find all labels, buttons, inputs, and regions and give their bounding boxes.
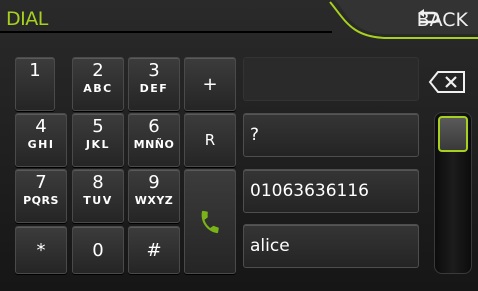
plus-key[interactable]: +: [184, 57, 236, 111]
key-digit: 5: [92, 116, 104, 137]
key-3[interactable]: 3 DEF: [128, 57, 180, 111]
backspace-button[interactable]: [424, 58, 474, 108]
key-digit: 2: [92, 60, 104, 81]
key-digit: 7: [35, 172, 47, 193]
key-star[interactable]: *: [15, 226, 67, 274]
key-5[interactable]: 5 JKL: [72, 113, 124, 167]
back-button[interactable]: BACK: [417, 9, 468, 31]
r-key[interactable]: R: [184, 113, 236, 167]
r-label: R: [204, 131, 216, 149]
key-digit: #: [146, 239, 162, 261]
key-digit: 4: [35, 116, 47, 137]
key-letters: PQRS: [23, 194, 59, 207]
key-digit: 0: [92, 239, 104, 261]
back-arrow-icon: [417, 9, 439, 24]
page-title: DIAL: [6, 8, 48, 30]
key-1[interactable]: 1: [15, 57, 55, 111]
key-digit: 1: [29, 60, 41, 81]
scrollbar-thumb[interactable]: [438, 116, 468, 152]
call-button[interactable]: [184, 169, 236, 274]
key-letters: JKL: [85, 138, 111, 151]
key-digit: 6: [148, 116, 160, 137]
suggestion-item[interactable]: ?: [243, 113, 419, 157]
key-8[interactable]: 8 TUV: [72, 169, 124, 223]
suggestion-item[interactable]: 01063636116: [243, 169, 419, 213]
phone-icon: [201, 210, 219, 233]
key-9[interactable]: 9 WXYZ: [128, 169, 180, 223]
header-divider-curve: [0, 0, 478, 39]
backspace-icon: [428, 71, 465, 93]
plus-label: +: [202, 73, 218, 95]
number-display[interactable]: [243, 57, 419, 101]
key-7[interactable]: 7 PQRS: [15, 169, 67, 223]
key-digit: *: [36, 239, 46, 261]
key-digit: 3: [148, 60, 160, 81]
key-4[interactable]: 4 GHI: [15, 113, 67, 167]
header-bar: DIAL BACK: [0, 0, 478, 42]
key-6[interactable]: 6 MNÑO: [128, 113, 180, 167]
key-letters: MNÑO: [133, 138, 175, 151]
key-0[interactable]: 0: [72, 226, 124, 274]
call-icon-wrap: [185, 170, 235, 273]
key-letters: TUV: [83, 194, 113, 207]
key-2[interactable]: 2 ABC: [72, 57, 124, 111]
key-digit: 9: [148, 172, 160, 193]
key-letters: WXYZ: [134, 194, 174, 207]
suggestion-item[interactable]: alice: [243, 224, 419, 268]
key-letters: DEF: [139, 82, 169, 95]
key-letters: GHI: [27, 138, 55, 151]
key-digit: 8: [92, 172, 104, 193]
key-letters: ABC: [83, 82, 113, 95]
key-hash[interactable]: #: [128, 226, 180, 274]
